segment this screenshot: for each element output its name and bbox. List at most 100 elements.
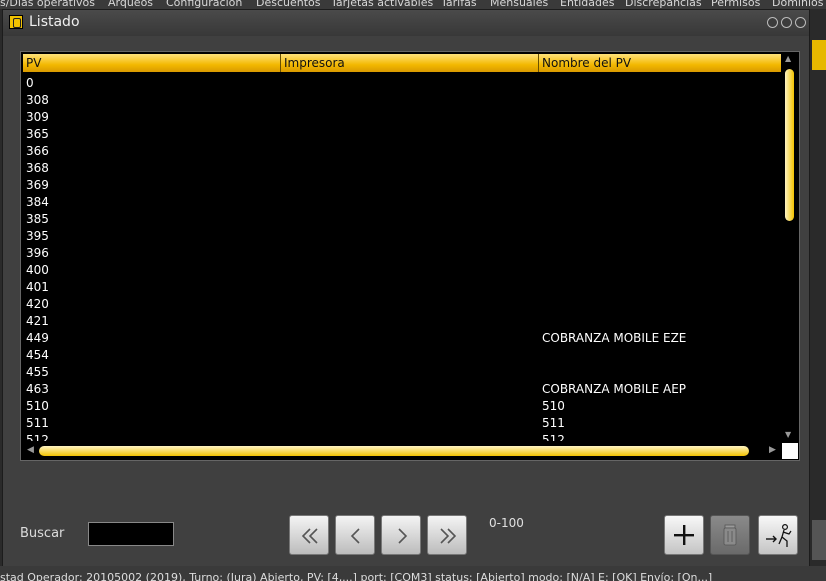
menu-item[interactable]: Configuración — [166, 0, 242, 9]
table-row[interactable]: 369 — [23, 176, 781, 193]
plus-icon — [674, 525, 694, 545]
cell-pv: 365 — [26, 127, 49, 141]
vertical-scrollbar[interactable]: ▲ ▼ — [782, 54, 798, 442]
table-row[interactable]: 0 — [23, 74, 781, 91]
table-row[interactable]: 365 — [23, 125, 781, 142]
cell-nombre-pv: COBRANZA MOBILE AEP — [542, 382, 687, 396]
menu-item[interactable]: Permisos — [711, 0, 760, 9]
table-row[interactable]: 420 — [23, 295, 781, 312]
column-header-nombre-pv[interactable]: Nombre del PV — [539, 54, 781, 72]
exit-running-man-icon — [766, 523, 792, 547]
statusbar-text: stad Operador: 20105002 (2019), Turno: (… — [0, 571, 713, 581]
table-row[interactable]: 309 — [23, 108, 781, 125]
horizontal-scrollbar[interactable]: ◀ ▶ — [23, 443, 781, 459]
table-row[interactable]: 400 — [23, 261, 781, 278]
cell-pv: 395 — [26, 229, 49, 243]
table-body: 0 308 309 365 366 368 369 384 385 395 396 400 401 420… — [23, 74, 781, 441]
column-header-pv[interactable]: PV — [23, 54, 281, 72]
cell-pv: 449 — [26, 331, 49, 345]
table-row[interactable]: 455 — [23, 363, 781, 380]
cell-pv: 420 — [26, 297, 49, 311]
table-row[interactable]: 395 — [23, 227, 781, 244]
exit-button[interactable] — [758, 515, 798, 555]
vertical-scroll-thumb[interactable] — [785, 69, 794, 221]
horizontal-scroll-thumb[interactable] — [39, 446, 749, 456]
cell-pv: 396 — [26, 246, 49, 260]
menu-item[interactable]: Mensuales — [490, 0, 548, 9]
column-header-impresora[interactable]: Impresora — [281, 54, 539, 72]
menu-item[interactable]: Dominios — [772, 0, 823, 9]
next-page-button[interactable] — [381, 515, 421, 555]
cell-pv: 455 — [26, 365, 49, 379]
add-button[interactable] — [664, 515, 704, 555]
minimize-button[interactable] — [767, 17, 778, 28]
menu-item[interactable]: Arqueos — [108, 0, 153, 9]
cell-pv: 400 — [26, 263, 49, 277]
chevron-right-icon — [398, 528, 408, 544]
cell-pv: 512 — [26, 433, 49, 441]
cell-pv: 309 — [26, 110, 49, 124]
menu-item[interactable]: Tarjetas activables — [331, 0, 433, 9]
title-bar[interactable]: Listado — [3, 10, 809, 36]
background-window-edge-lower — [812, 520, 826, 560]
menu-item[interactable]: Descuentos — [256, 0, 321, 9]
cell-pv: 368 — [26, 161, 49, 175]
table-row[interactable]: 401 — [23, 278, 781, 295]
cell-pv: 369 — [26, 178, 49, 192]
cell-pv: 308 — [26, 93, 49, 107]
last-page-button[interactable] — [427, 515, 467, 555]
table-row[interactable]: 308 — [23, 91, 781, 108]
page-range: 0-100 — [489, 516, 524, 530]
cell-pv: 463 — [26, 382, 49, 396]
cell-pv: 384 — [26, 195, 49, 209]
scroll-left-arrow-icon[interactable]: ◀ — [27, 445, 34, 455]
table-row[interactable]: 454 — [23, 346, 781, 363]
menu-item[interactable]: s/Días operativos — [0, 0, 95, 9]
delete-button[interactable] — [710, 515, 750, 555]
table-row[interactable]: 368 — [23, 159, 781, 176]
cell-pv: 401 — [26, 280, 49, 294]
background-statusbar: stad Operador: 20105002 (2019), Turno: (… — [0, 566, 826, 581]
app-icon — [9, 15, 23, 29]
maximize-button[interactable] — [781, 17, 792, 28]
cell-nombre-pv: 511 — [542, 416, 565, 430]
cell-pv: 0 — [26, 76, 34, 90]
table-row[interactable]: 366 — [23, 142, 781, 159]
table-row[interactable]: 385 — [23, 210, 781, 227]
cell-nombre-pv: COBRANZA MOBILE EZE — [542, 331, 687, 345]
cell-pv: 385 — [26, 212, 49, 226]
cell-pv: 421 — [26, 314, 49, 328]
menu-item[interactable]: Entidades — [560, 0, 615, 9]
cell-pv: 511 — [26, 416, 49, 430]
cell-pv: 510 — [26, 399, 49, 413]
table-row[interactable]: 510 510 — [23, 397, 781, 414]
search-label: Buscar — [20, 526, 65, 541]
double-chevron-right-icon — [440, 528, 457, 544]
scroll-right-arrow-icon[interactable]: ▶ — [769, 445, 776, 455]
table-row[interactable]: 512 512 — [23, 431, 781, 441]
chevron-left-icon — [350, 528, 360, 544]
previous-page-button[interactable] — [335, 515, 375, 555]
table-row[interactable]: 396 — [23, 244, 781, 261]
scrollbar-corner — [782, 443, 798, 459]
scroll-up-arrow-icon[interactable]: ▲ — [785, 54, 791, 63]
scroll-down-arrow-icon[interactable]: ▼ — [785, 430, 791, 439]
table-row[interactable]: 384 — [23, 193, 781, 210]
table-row[interactable]: 449 COBRANZA MOBILE EZE — [23, 329, 781, 346]
first-page-button[interactable] — [289, 515, 329, 555]
table-row[interactable]: 463 COBRANZA MOBILE AEP — [23, 380, 781, 397]
menu-item[interactable]: Discrepancias — [625, 0, 702, 9]
background-menubar: s/Días operativos Arqueos Configuración Des… — [0, 0, 826, 9]
cell-pv: 366 — [26, 144, 49, 158]
cell-nombre-pv: 512 — [542, 433, 565, 441]
table-row[interactable]: 421 — [23, 312, 781, 329]
background-window-edge — [812, 40, 826, 70]
close-button[interactable] — [795, 17, 806, 28]
cell-pv: 454 — [26, 348, 49, 362]
listado-window: Listado PV Impresora Nombre del PV 0 308 3… — [2, 9, 810, 569]
table-row[interactable]: 511 511 — [23, 414, 781, 431]
menu-item[interactable]: Tarifas — [441, 0, 477, 9]
search-input[interactable] — [88, 522, 174, 546]
table-header: PV Impresora Nombre del PV — [23, 54, 781, 72]
double-chevron-left-icon — [301, 528, 318, 544]
